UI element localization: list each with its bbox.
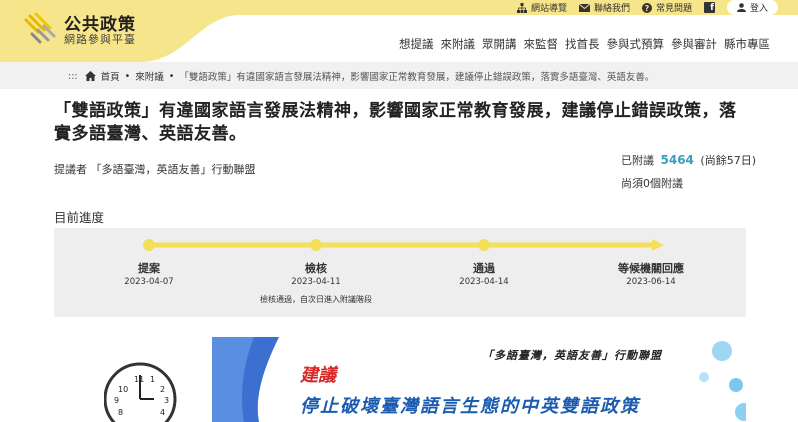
signed-count: 5464: [660, 153, 694, 167]
breadcrumb-bar: ::: 首頁 • 來附議 • 「雙語政策」有違國家語言發展法精神，影響國家正常教…: [0, 62, 798, 89]
stage-dot-2: [310, 239, 322, 251]
mail-icon: [578, 3, 590, 12]
faq-label: 常見問題: [655, 4, 692, 14]
svg-text:10: 10: [118, 385, 128, 394]
banner-org-name: 「多語臺灣，英語友善」行動聯盟: [482, 349, 662, 362]
site-header: 公共政策 網路參與平臺 網站導覽 聯絡我們 ? 常見問題 f 登入 想提議 來附…: [0, 0, 798, 62]
breadcrumb-separator: •: [168, 70, 175, 82]
stage-name-awaiting: 等候機關回應: [618, 262, 684, 275]
banner-bubble: [729, 378, 743, 392]
progress-heading: 目前進度: [54, 210, 105, 225]
nav-item-endorse[interactable]: 來附議: [441, 36, 476, 52]
progress-arrow: [652, 239, 664, 251]
nav-item-supervise[interactable]: 來監督: [524, 36, 559, 52]
breadcrumb-separator: •: [124, 70, 131, 82]
stage-dot-3: [478, 239, 490, 251]
stage-date-awaiting: 2023-06-14: [626, 277, 676, 287]
nav-item-counties[interactable]: 縣市專區: [724, 36, 770, 52]
contact-label: 聯絡我們: [593, 4, 630, 14]
breadcrumb: ::: 首頁 • 來附議 • 「雙語政策」有違國家語言發展法精神，影響國家正常教…: [68, 69, 655, 84]
utility-bar: 網站導覽 聯絡我們 ? 常見問題 f 登入: [516, 0, 778, 15]
stage-name-proposal: 提案: [138, 262, 160, 275]
svg-text:11: 11: [134, 375, 144, 384]
banner-suggest-label: 建議: [300, 365, 336, 386]
stage-name-passed: 通過: [473, 262, 495, 275]
banner-bubble: [699, 372, 709, 382]
svg-text:3: 3: [164, 396, 169, 405]
signature-status: 已附議 5464 (尚餘57日): [621, 152, 756, 168]
accesskey-marker[interactable]: :::: [68, 71, 78, 82]
login-label: 登入: [749, 4, 768, 14]
main-nav: 想提議 來附議 眾開講 來監督 找首長 參與式預算 參與審計 縣市專區: [399, 36, 770, 52]
breadcrumb-section[interactable]: 來附議: [135, 69, 164, 83]
stage-date-proposal: 2023-04-07: [124, 277, 174, 287]
stage-date-passed: 2023-04-14: [459, 277, 509, 287]
progress-panel: 提案 2023-04-07 檢核 2023-04-11 檢核通過，自次日進入附議…: [54, 228, 746, 317]
svg-text:2: 2: [160, 385, 165, 394]
logo-icon[interactable]: [24, 12, 58, 44]
stage-date-review: 2023-04-11: [291, 277, 341, 287]
login-button[interactable]: 登入: [726, 0, 778, 15]
question-icon: ?: [641, 2, 652, 13]
breadcrumb-home[interactable]: 首頁: [101, 69, 120, 83]
sitemap-link[interactable]: 網站導覽: [516, 1, 567, 14]
svg-text:4: 4: [160, 408, 165, 417]
nav-item-officials[interactable]: 找首長: [565, 36, 600, 52]
page-title: 「雙語政策」有違國家語言發展法精神，影響國家正常教育發展，建議停止錯誤政策，落實…: [54, 101, 737, 144]
stage-dot-1: [143, 239, 155, 251]
signed-remaining-days: (尚餘57日): [700, 154, 756, 167]
banner-headline: 停止破壞臺灣語言生態的中英雙語政策: [300, 396, 640, 417]
svg-text:1: 1: [150, 375, 155, 384]
logo-subtitle[interactable]: 網路參與平臺: [64, 31, 136, 47]
proposal-banner-image: 11 1 2 3 4 10 9 8 「多語臺灣，英語友善」行動聯盟 建議 停止破…: [104, 337, 746, 422]
nav-item-discuss[interactable]: 眾開講: [482, 36, 517, 52]
nav-item-audit[interactable]: 參與審計: [671, 36, 717, 52]
signed-prefix: 已附議: [621, 154, 654, 167]
facebook-icon[interactable]: f: [703, 2, 715, 13]
svg-text:9: 9: [114, 396, 119, 405]
nav-item-budget[interactable]: 參與式預算: [607, 36, 665, 52]
nav-item-propose[interactable]: 想提議: [399, 36, 434, 52]
proposer: 提議者 「多語臺灣，英語友善」行動聯盟: [54, 163, 256, 176]
svg-text:8: 8: [118, 408, 123, 417]
contact-link[interactable]: 聯絡我們: [578, 1, 630, 14]
faq-link[interactable]: ? 常見問題: [641, 1, 692, 14]
user-icon: [736, 3, 746, 12]
stage-name-review: 檢核: [305, 262, 327, 275]
breadcrumb-current: 「雙語政策」有違國家語言發展法精神，影響國家正常教育發展，建議停止錯誤政策，落實…: [179, 72, 655, 83]
home-icon[interactable]: [84, 71, 96, 81]
banner-bubble: [712, 341, 732, 361]
stage-note-review: 檢核通過，自次日進入附議階段: [260, 295, 372, 304]
sitemap-label: 網站導覽: [530, 4, 567, 14]
signatures-needed: 尚須0個附議: [621, 177, 683, 190]
svg-text:?: ?: [645, 4, 650, 13]
sitemap-icon: [516, 2, 527, 13]
